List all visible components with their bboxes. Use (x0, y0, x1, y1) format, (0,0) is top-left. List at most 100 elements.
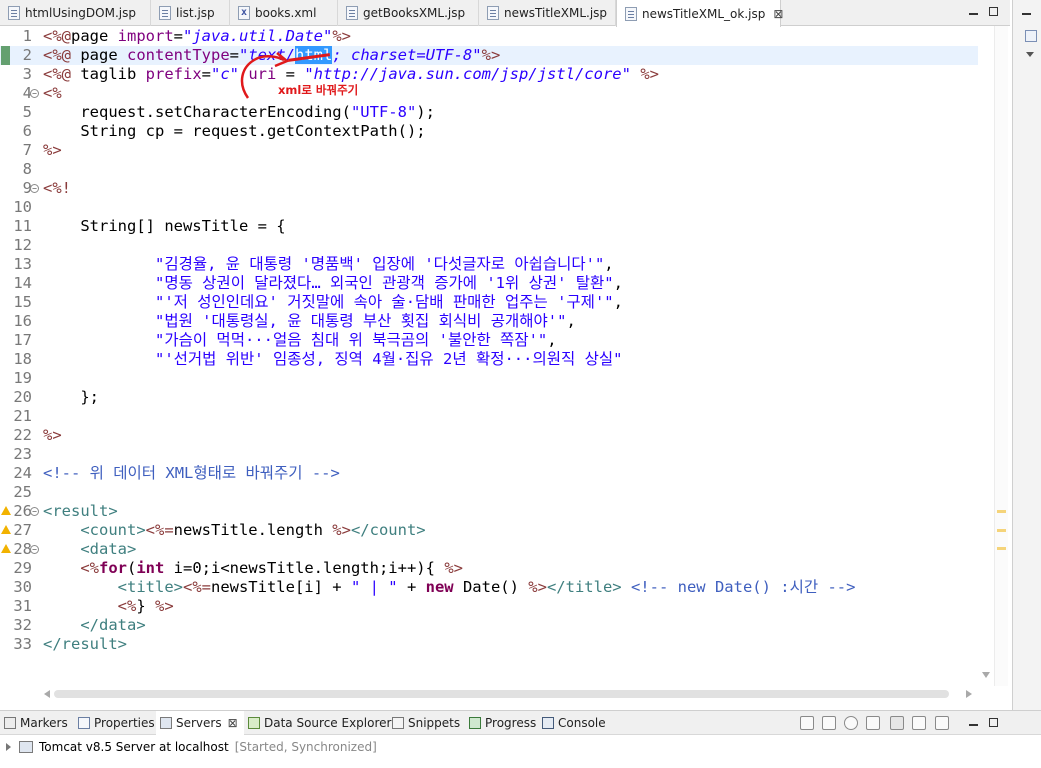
code-text: "법원 '대통령실, 윤 대통령 부산 횟집 회식비 공개해야'", (43, 312, 576, 331)
tab-label: Servers (176, 716, 222, 730)
tab-newstitlexml[interactable]: newsTitleXML.jsp (479, 0, 616, 26)
tab-data-source-explorer[interactable]: Data Source Explorer (248, 711, 391, 735)
code-line[interactable]: 29 <%for(int i=0;i<newsTitle.length;i++)… (0, 559, 978, 578)
minimize-icon[interactable] (1019, 4, 1035, 20)
line-number: 23 (13, 445, 32, 463)
outline-side-pane (1012, 0, 1041, 710)
tab-progress[interactable]: Progress (469, 711, 536, 735)
collapse-all-icon[interactable] (800, 716, 814, 730)
ruler-warning-marker[interactable] (997, 547, 1006, 550)
close-tab-icon[interactable]: ⊠ (228, 716, 238, 730)
horizontal-scroll-thumb[interactable] (54, 690, 949, 698)
code-token: %> (43, 426, 62, 444)
maximize-icon[interactable] (986, 715, 1002, 731)
line-number: 33 (13, 635, 32, 653)
code-text: <count><%=newsTitle.length %></count> (43, 521, 425, 540)
stop-server-icon[interactable] (890, 716, 904, 730)
code-token: = (201, 65, 211, 83)
code-editor[interactable]: 1 <%@page import="java.util.Date"%> 2 <%@ p… (0, 26, 978, 686)
tab-snippets[interactable]: Snippets (392, 711, 460, 735)
code-line[interactable]: 13 "김경율, 윤 대통령 '명품백' 입장에 '다섯글자로 아쉽습니다'", (0, 255, 978, 274)
code-text: request.setCharacterEncoding("UTF-8"); (43, 103, 435, 122)
code-line[interactable]: 25 (0, 483, 978, 502)
tab-list[interactable]: list.jsp (151, 0, 230, 26)
code-line[interactable]: 31 <%} %> (0, 597, 978, 616)
code-line[interactable]: 26− <result> (0, 502, 978, 521)
code-line[interactable]: 30 <title><%=newsTitle[i] + " | " + new … (0, 578, 978, 597)
collapse-fold-icon[interactable]: − (30, 184, 39, 193)
code-line[interactable]: 4− <% (0, 84, 978, 103)
code-line[interactable]: 19 (0, 369, 978, 388)
chevron-right-icon[interactable] (6, 743, 11, 751)
horizontal-scrollbar[interactable] (42, 686, 978, 702)
view-menu-icon[interactable] (935, 716, 949, 730)
code-line[interactable]: 15 "'저 성인인데요' 거짓말에 속아 술·담배 판매한 업주는 '구제'"… (0, 293, 978, 312)
profile-server-icon[interactable] (866, 716, 880, 730)
code-token: + (397, 578, 426, 596)
debug-server-icon[interactable] (822, 716, 836, 730)
start-server-icon[interactable] (844, 716, 858, 730)
code-token: %> (332, 27, 351, 45)
maximize-icon[interactable] (986, 4, 1002, 20)
code-line[interactable]: 24 <!-- 위 데이터 XML형태로 바꿔주기 --> (0, 464, 978, 483)
code-line[interactable]: 8 (0, 160, 978, 179)
tab-books-xml[interactable]: x books.xml (230, 0, 338, 26)
tab-console[interactable]: Console (542, 711, 606, 735)
scroll-right-icon[interactable] (966, 690, 972, 698)
code-line[interactable]: 23 (0, 445, 978, 464)
vertical-scrollbar[interactable] (978, 26, 994, 686)
minimize-icon[interactable] (966, 715, 982, 731)
tab-getbooksxml[interactable]: getBooksXML.jsp (338, 0, 479, 26)
code-line[interactable]: 22 %> (0, 426, 978, 445)
tab-servers[interactable]: Servers ⊠ (156, 711, 244, 735)
code-line[interactable]: 11 String[] newsTitle = { (0, 217, 978, 236)
code-line[interactable]: 6 String cp = request.getContextPath(); (0, 122, 978, 141)
code-line[interactable]: 9− <%! (0, 179, 978, 198)
tab-markers[interactable]: Markers (4, 711, 68, 735)
code-line[interactable]: 21 (0, 407, 978, 426)
overview-ruler[interactable] (994, 26, 1008, 686)
code-token: ( (127, 559, 137, 577)
scroll-down-icon[interactable] (982, 672, 990, 678)
code-line[interactable]: 10 (0, 198, 978, 217)
code-line[interactable]: 32 </data> (0, 616, 978, 635)
console-icon (542, 717, 554, 729)
code-token: "java.util.Date" (183, 27, 333, 45)
code-line[interactable]: 28− <data> (0, 540, 978, 559)
line-number: 1 (22, 27, 32, 45)
tab-newstitlexml-ok[interactable]: newsTitleXML_ok.jsp ⊠ (616, 0, 783, 27)
tab-properties[interactable]: Properties (78, 711, 155, 735)
publish-icon[interactable] (912, 716, 926, 730)
code-line[interactable]: 7 %> (0, 141, 978, 160)
code-line[interactable]: 27 <count><%=newsTitle.length %></count> (0, 521, 978, 540)
scroll-left-icon[interactable] (44, 690, 50, 698)
code-line[interactable]: 14 "명동 상권이 달라졌다… 외국인 관광객 증가에 '1위 상권' 탈환"… (0, 274, 978, 293)
code-line[interactable]: 12 (0, 236, 978, 255)
outline-view-icon[interactable] (1025, 30, 1037, 42)
code-token: } (136, 597, 155, 615)
collapse-fold-icon[interactable]: − (30, 545, 39, 554)
code-line[interactable]: 17 "가슴이 먹먹···얼음 침대 위 북극곰의 '불안한 쪽잠'", (0, 331, 978, 350)
code-line[interactable]: 18 "'선거법 위반' 임종성, 징역 4월·집유 2년 확정···의원직 상… (0, 350, 978, 369)
code-line[interactable]: 5 request.setCharacterEncoding("UTF-8"); (0, 103, 978, 122)
collapse-fold-icon[interactable]: − (30, 507, 39, 516)
collapse-fold-icon[interactable]: − (30, 89, 39, 98)
tab-label: Progress (485, 716, 537, 730)
editor-tab-bar: htmlUsingDOM.jsp list.jsp x books.xml ge… (0, 0, 1010, 27)
code-line[interactable]: 1 <%@page import="java.util.Date"%> (0, 27, 978, 46)
ruler-warning-marker[interactable] (997, 529, 1006, 532)
line-number: 21 (13, 407, 32, 425)
line-number: 18 (13, 350, 32, 368)
code-line[interactable]: 20 }; (0, 388, 978, 407)
code-line[interactable]: 2<%@ page contentType="text/html; charse… (0, 46, 978, 65)
close-tab-icon[interactable]: ⊠ (773, 7, 783, 21)
code-line[interactable]: 3 <%@ taglib prefix="c" uri = "http://jav… (0, 65, 978, 84)
ruler-warning-marker[interactable] (997, 510, 1006, 513)
tab-htmlusingdom[interactable]: htmlUsingDOM.jsp (0, 0, 151, 26)
chevron-down-icon[interactable] (1026, 52, 1034, 57)
code-line[interactable]: 16 "법원 '대통령실, 윤 대통령 부산 횟집 회식비 공개해야'", (0, 312, 978, 331)
code-line[interactable]: 33 </result> (0, 635, 978, 654)
line-number: 17 (13, 331, 32, 349)
server-row[interactable]: Tomcat v8.5 Server at localhost [Started… (6, 737, 377, 757)
minimize-icon[interactable] (966, 4, 982, 20)
